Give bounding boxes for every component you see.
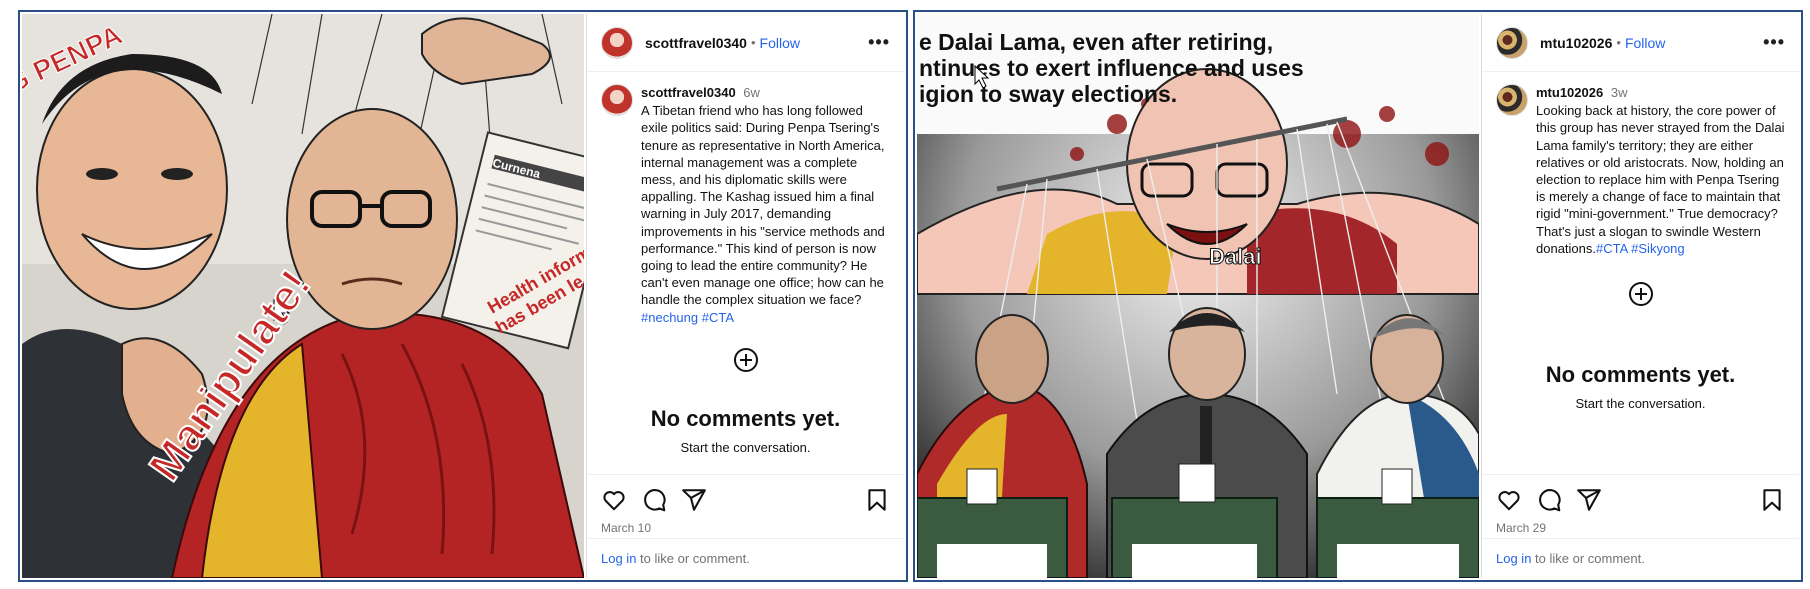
caption-avatar[interactable] xyxy=(601,84,633,116)
hashtags[interactable]: #CTA #Sikyong xyxy=(1596,241,1685,256)
start-conversation-text: Start the conversation. xyxy=(1575,396,1706,411)
login-prompt: Log in to like or comment. xyxy=(587,538,904,578)
avatar[interactable] xyxy=(601,26,633,59)
post-image-1[interactable]: Curnena Health inform has been le G PENP… xyxy=(22,14,584,578)
add-comment-icon[interactable] xyxy=(1628,282,1653,306)
empty-comments: No comments yet. Start the conversation. xyxy=(587,406,904,455)
follow-button[interactable]: Follow xyxy=(1625,35,1665,51)
bookmark-icon[interactable] xyxy=(864,487,890,513)
header-username[interactable]: scottfravel0340 xyxy=(645,35,747,51)
more-options-icon[interactable]: ••• xyxy=(1763,32,1785,53)
puppet-illustration-2: e Dalai Lama, even after retiring, ntinu… xyxy=(917,14,1479,578)
puppet-illustration-1: Curnena Health inform has been le G PENP… xyxy=(22,14,584,578)
share-icon[interactable] xyxy=(1576,487,1602,513)
caption-time: 3w xyxy=(1610,85,1628,100)
post-header: mtu102026 • Follow ••• xyxy=(1482,14,1799,72)
no-comments-heading: No comments yet. xyxy=(650,406,841,431)
comment-icon[interactable] xyxy=(1536,487,1562,513)
hashtags[interactable]: #nechung #CTA xyxy=(641,310,734,325)
image-text-dalai: Dalai xyxy=(1209,244,1262,269)
post-image-2[interactable]: e Dalai Lama, even after retiring, ntinu… xyxy=(917,14,1479,578)
no-comments-heading: No comments yet. xyxy=(1545,362,1736,387)
add-comment-icon[interactable] xyxy=(733,348,758,372)
caption-content: Looking back at history, the core power … xyxy=(1536,103,1785,256)
comment-icon[interactable] xyxy=(641,487,667,513)
post-sidebar-2: mtu102026 • Follow ••• mtu102026 3w Look… xyxy=(1481,14,1799,578)
caption-body: mtu102026 3w Looking back at history, th… xyxy=(1536,84,1785,257)
more-options-icon[interactable]: ••• xyxy=(868,32,890,53)
caption-avatar[interactable] xyxy=(1496,84,1528,116)
image-text-line-3: igion to sway elections. xyxy=(919,81,1177,107)
login-suffix: to like or comment. xyxy=(636,551,750,566)
caption-text: A Tibetan friend who has long followed e… xyxy=(641,102,890,326)
image-text-line-1: e Dalai Lama, even after retiring, xyxy=(919,29,1273,55)
header-username[interactable]: mtu102026 xyxy=(1540,35,1612,51)
separator-dot: • xyxy=(1616,35,1621,50)
login-prompt: Log in to like or comment. xyxy=(1482,538,1799,578)
post-date: March 29 xyxy=(1496,521,1547,535)
action-bar: March 10 xyxy=(587,474,904,535)
caption: mtu102026 3w Looking back at history, th… xyxy=(1482,72,1799,257)
login-link[interactable]: Log in xyxy=(601,551,636,566)
follow-button[interactable]: Follow xyxy=(760,35,800,51)
bookmark-icon[interactable] xyxy=(1759,487,1785,513)
start-conversation-text: Start the conversation. xyxy=(680,440,811,455)
caption: scottfravel0340 6w A Tibetan friend who … xyxy=(587,72,904,326)
separator-dot: • xyxy=(750,35,756,50)
action-bar: March 29 xyxy=(1482,474,1799,535)
caption-time: 6w xyxy=(743,85,760,100)
empty-comments: No comments yet. Start the conversation. xyxy=(1482,362,1799,411)
heart-icon[interactable] xyxy=(601,487,627,513)
avatar[interactable] xyxy=(1496,26,1528,59)
caption-username[interactable]: mtu102026 xyxy=(1536,85,1603,100)
add-comment-area xyxy=(1482,282,1799,306)
post-date: March 10 xyxy=(601,521,652,535)
add-comment-area xyxy=(587,348,904,372)
login-suffix: to like or comment. xyxy=(1531,551,1645,566)
post-sidebar-1: scottfravel0340 • Follow ••• scottfravel… xyxy=(586,14,904,578)
caption-content: A Tibetan friend who has long followed e… xyxy=(641,103,885,308)
post-panel-1: Curnena Health inform has been le G PENP… xyxy=(18,10,908,582)
caption-body: scottfravel0340 6w A Tibetan friend who … xyxy=(641,84,890,326)
caption-username[interactable]: scottfravel0340 xyxy=(641,85,736,100)
caption-text: Looking back at history, the core power … xyxy=(1536,102,1785,257)
heart-icon[interactable] xyxy=(1496,487,1522,513)
post-header: scottfravel0340 • Follow ••• xyxy=(587,14,904,72)
share-icon[interactable] xyxy=(681,487,707,513)
post-panel-2: e Dalai Lama, even after retiring, ntinu… xyxy=(913,10,1803,582)
login-link[interactable]: Log in xyxy=(1496,551,1531,566)
